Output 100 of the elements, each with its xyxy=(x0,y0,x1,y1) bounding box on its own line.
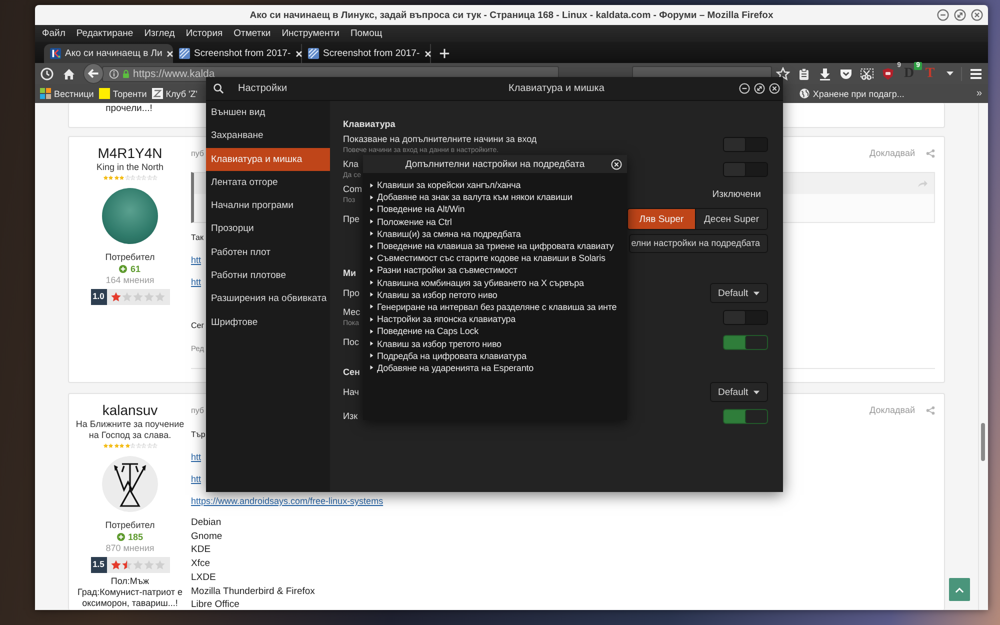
toggle-switch[interactable] xyxy=(723,310,768,325)
setting-label: Пре xyxy=(343,212,360,226)
sidebar-item[interactable]: Клавиатура и мишка xyxy=(206,148,330,171)
menu-item[interactable]: Редактиране xyxy=(76,28,134,39)
post-link[interactable]: htt xyxy=(191,472,202,486)
post-link[interactable]: htt xyxy=(191,253,202,267)
option-group-item[interactable]: Подредба на цифровата клавиатура xyxy=(369,350,627,362)
author-name[interactable]: M4R1Y4N xyxy=(98,144,162,162)
new-tab-icon[interactable] xyxy=(439,48,450,59)
sidebar-item[interactable]: Разширения на обвивката xyxy=(206,287,330,311)
toggle-switch[interactable] xyxy=(723,137,768,152)
bookmark-item[interactable]: Клуб 'Z' xyxy=(152,88,198,99)
option-group-item[interactable]: Добавяне на ударенията на Esperanto xyxy=(369,362,627,374)
expander-icon[interactable] xyxy=(369,231,374,236)
clipboard-icon[interactable] xyxy=(797,66,811,80)
sidebar-item[interactable]: Шрифтове xyxy=(206,310,330,334)
sidebar-item[interactable]: Начални програми xyxy=(206,194,330,218)
info-icon[interactable] xyxy=(109,68,119,78)
option-group-item[interactable]: Клавишна комбинация за убиването на X сървъра xyxy=(369,276,627,289)
option-group-item[interactable]: Клавиш за избор третото ниво xyxy=(369,337,627,350)
sidebar-item[interactable]: Външен вид xyxy=(206,101,330,124)
dropdown-button[interactable]: Default xyxy=(710,382,768,402)
segment-button[interactable]: Десен Super xyxy=(695,209,767,229)
post-link[interactable]: htt xyxy=(191,275,202,289)
expander-icon[interactable] xyxy=(369,280,374,286)
search-icon[interactable] xyxy=(213,83,224,94)
option-group-item[interactable]: Генериране на интервал без разделяне с клавиша за инте xyxy=(369,300,627,314)
expander-icon[interactable] xyxy=(369,292,374,298)
back-to-top-button[interactable] xyxy=(949,578,970,601)
bookmark-item[interactable]: Торенти xyxy=(98,88,147,99)
sidebar-item[interactable]: Захранване xyxy=(206,124,330,148)
expander-icon[interactable] xyxy=(369,194,374,200)
sidebar-item[interactable]: Лентата отгоре xyxy=(206,170,330,194)
emblem-avatar[interactable] xyxy=(102,456,158,512)
bookmark-item[interactable]: Хранене при подагр... xyxy=(798,88,904,99)
option-group-item[interactable]: Клавиш(и) за смяна на подредбата xyxy=(369,228,627,240)
member-group: Потребител xyxy=(105,251,155,263)
expander-icon[interactable] xyxy=(369,206,374,212)
toggle-switch[interactable] xyxy=(723,334,768,350)
bookmarks-overflow-button[interactable]: » xyxy=(976,88,982,99)
author-name[interactable]: kalansuv xyxy=(102,401,158,419)
toggle-switch[interactable] xyxy=(723,408,768,424)
expander-icon[interactable] xyxy=(369,341,374,346)
maximize-icon[interactable] xyxy=(954,9,966,21)
menu-item[interactable]: Инструменти xyxy=(282,28,340,39)
back-icon[interactable] xyxy=(83,63,104,84)
menu-item[interactable]: История xyxy=(186,28,223,39)
minimize-icon[interactable] xyxy=(937,9,949,21)
option-group-item[interactable]: Поведение на клавиша за триене на цифровата клавиату xyxy=(369,240,627,252)
expander-icon[interactable] xyxy=(369,182,374,188)
post-text: Сег xyxy=(191,320,204,332)
caret-icon[interactable] xyxy=(946,71,954,76)
option-group-item[interactable]: Поведение на Alt/Win xyxy=(369,203,627,216)
menu-item[interactable]: Отметки xyxy=(234,28,271,39)
section-heading: Сен xyxy=(343,366,360,379)
shield-icon[interactable] xyxy=(881,66,895,80)
scissors-icon[interactable] xyxy=(860,66,874,80)
option-group-item[interactable]: Клавиш за избор петото ниво xyxy=(369,288,627,301)
expander-icon[interactable] xyxy=(369,328,374,334)
post-link[interactable]: htt xyxy=(191,450,202,464)
scrollbar-thumb[interactable] xyxy=(981,423,985,461)
dropdown-button[interactable]: Default xyxy=(710,283,768,303)
expander-icon[interactable] xyxy=(369,256,374,261)
expander-icon[interactable] xyxy=(369,219,374,224)
expander-icon[interactable] xyxy=(369,316,374,322)
sidebar-item[interactable]: Работен плот xyxy=(206,240,330,264)
option-group-item[interactable]: Настройки за японска клавиатура xyxy=(369,313,627,326)
expander-icon[interactable] xyxy=(369,304,374,310)
toggle-switch[interactable] xyxy=(723,162,768,177)
segment-button[interactable]: Ляв Super xyxy=(628,209,695,229)
setting-value[interactable]: Изключени xyxy=(712,189,761,200)
expander-icon[interactable] xyxy=(369,353,374,358)
menu-item[interactable]: Помощ xyxy=(350,28,382,39)
download-icon[interactable] xyxy=(818,66,832,80)
expander-icon[interactable] xyxy=(369,365,374,370)
star-icon[interactable] xyxy=(776,66,790,80)
history-icon[interactable] xyxy=(40,66,54,80)
option-group-item[interactable]: Добавяне на знак за валута към някои клавиши xyxy=(369,191,627,204)
menu-item[interactable]: Файл xyxy=(42,28,66,39)
home-icon[interactable] xyxy=(62,66,76,80)
menu-item[interactable]: Изглед xyxy=(144,28,175,39)
expander-icon[interactable] xyxy=(369,268,374,273)
sidebar-item[interactable]: Прозорци xyxy=(206,217,330,241)
option-group-item[interactable]: Клавиши за корейски хангъл/ханча xyxy=(369,179,627,192)
layout-options-button[interactable]: елни настройки на подредбата xyxy=(629,234,768,252)
browser-tab[interactable]: Ако си начинаещ в Ли xyxy=(44,44,173,63)
sidebar-item[interactable]: Работни плотове xyxy=(206,264,330,288)
option-group-item[interactable]: Разни настройки за съвместимост xyxy=(369,264,627,276)
page-icon xyxy=(152,88,163,99)
caret-icon xyxy=(753,290,760,296)
option-group-item[interactable]: Поведение на Caps Lock xyxy=(369,325,627,338)
expander-icon[interactable] xyxy=(369,244,374,249)
bookmark-item[interactable]: Вестници xyxy=(40,88,94,99)
member-title: King in the North xyxy=(95,162,165,173)
shield-chevron-icon[interactable] xyxy=(839,66,853,80)
menu-icon[interactable] xyxy=(969,66,983,80)
star-icon xyxy=(110,292,122,302)
option-group-item[interactable]: Положение на Ctrl xyxy=(369,216,627,228)
option-group-item[interactable]: Съвместимост със старите кодове на клавиши в Solaris xyxy=(369,252,627,264)
post-link[interactable]: https://www.androidsays.com/free-linux-systems xyxy=(191,494,384,508)
